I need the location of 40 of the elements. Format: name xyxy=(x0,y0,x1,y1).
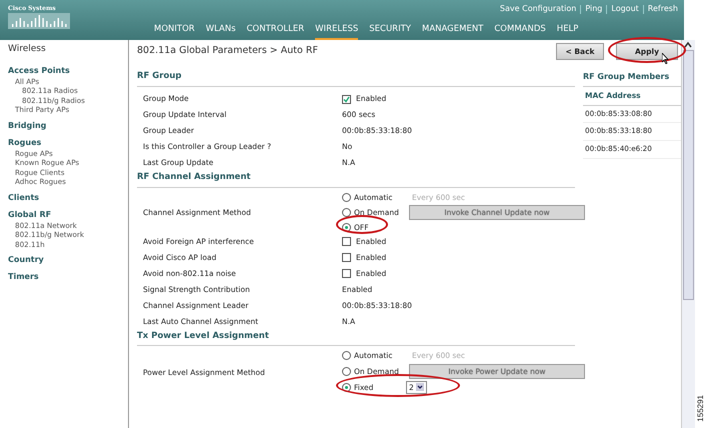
checkbox[interactable] xyxy=(342,94,351,104)
caret-icon xyxy=(416,383,424,392)
sidebar-heading[interactable]: Access Points xyxy=(8,64,128,76)
menu-tab[interactable]: MONITOR xyxy=(154,23,195,40)
menu-tab[interactable]: MANAGEMENT xyxy=(422,23,484,40)
mouse-pointer-icon xyxy=(662,53,669,64)
panel-title: RF Group Members xyxy=(583,72,670,82)
menu-tab[interactable]: WIRELESS xyxy=(315,23,358,40)
checkbox[interactable] xyxy=(342,269,351,278)
radio-button[interactable] xyxy=(342,382,351,392)
section-heading: RF Channel Assignment xyxy=(137,171,575,188)
header-link[interactable]: Ping xyxy=(585,3,602,15)
header-link[interactable]: Logout xyxy=(611,3,639,15)
sidebar-heading[interactable]: Global RF xyxy=(8,208,128,220)
sidebar-heading[interactable]: Timers xyxy=(8,271,128,283)
menu-tab[interactable]: CONTROLLER xyxy=(246,23,304,40)
header-link[interactable]: Refresh xyxy=(648,3,678,15)
checkbox[interactable] xyxy=(342,253,351,262)
sidebar-title: Wireless xyxy=(8,43,47,56)
sidebar-heading[interactable]: Country xyxy=(8,254,128,266)
radio-button[interactable] xyxy=(342,366,351,376)
scrollbar[interactable] xyxy=(681,40,695,428)
radio-button[interactable] xyxy=(342,351,351,360)
menu-tab[interactable]: WLANs xyxy=(206,23,236,40)
figure-number: 155291 xyxy=(694,395,706,422)
page-title: 802.11a Global Parameters > Auto RF xyxy=(137,44,318,58)
section-heading: Tx Power Level Assignment xyxy=(137,330,575,346)
radio-button[interactable] xyxy=(342,208,351,218)
checkbox[interactable] xyxy=(342,237,351,246)
header-link[interactable]: Save Configuration xyxy=(500,3,576,15)
menu-tab[interactable]: SECURITY xyxy=(369,23,411,40)
menu-tab[interactable]: HELP xyxy=(556,23,578,40)
sidebar-heading[interactable]: Bridging xyxy=(8,120,128,132)
menu-tab[interactable]: COMMANDS xyxy=(494,23,546,40)
radio-button[interactable] xyxy=(342,192,351,202)
logo-icon xyxy=(8,13,70,29)
sidebar-heading[interactable]: Rogues xyxy=(8,136,128,148)
section-heading: RF Group xyxy=(137,70,575,87)
sidebar-heading[interactable]: Clients xyxy=(8,192,128,204)
scroll-thumb[interactable] xyxy=(683,50,694,300)
